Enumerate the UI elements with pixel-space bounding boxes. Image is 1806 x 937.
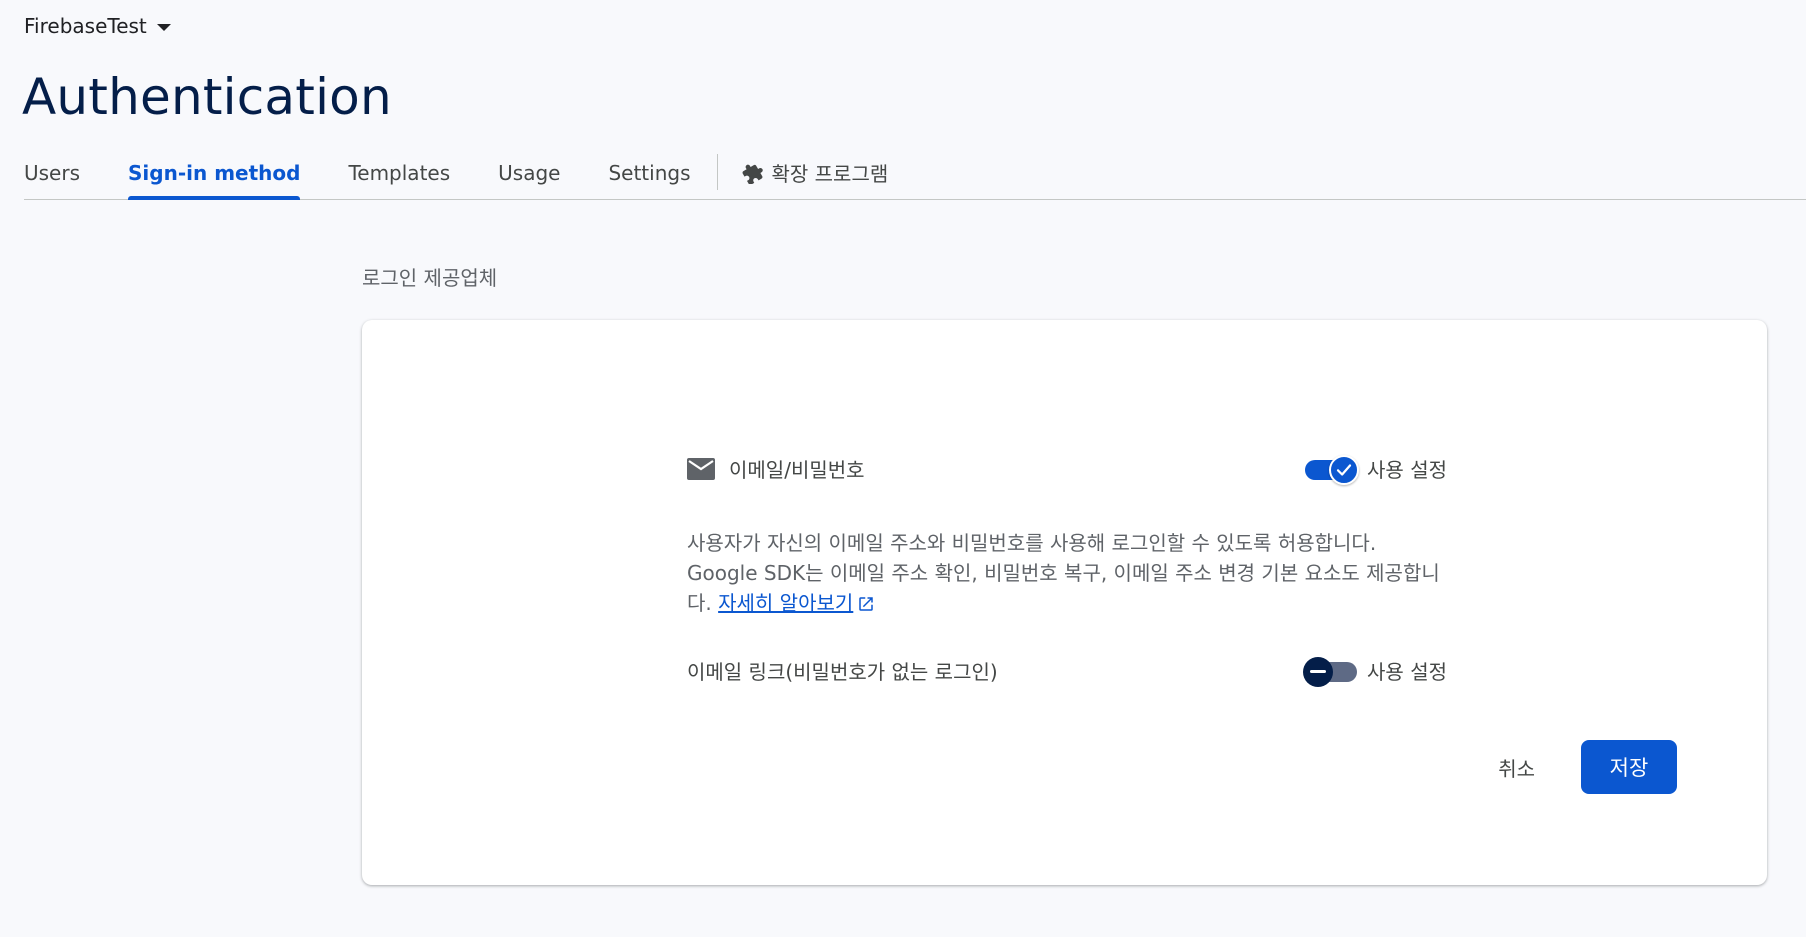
learn-more-link[interactable]: 자세히 알아보기 <box>718 591 875 615</box>
provider-description: 사용자가 자신의 이메일 주소와 비밀번호를 사용해 로그인할 수 있도록 허용… <box>687 528 1447 618</box>
tab-divider <box>716 153 718 190</box>
tab-extensions[interactable]: 확장 프로그램 <box>742 150 889 199</box>
save-button[interactable]: 저장 <box>1581 740 1677 794</box>
caret-down-icon <box>156 23 171 31</box>
tab-label: Settings <box>608 160 691 185</box>
tab-label: 확장 프로그램 <box>771 162 889 186</box>
email-link-toggle-group: 사용 설정 <box>1303 656 1447 687</box>
email-link-row: 이메일 링크(비밀번호가 없는 로그인) 사용 설정 <box>687 656 1447 687</box>
tab-label: Usage <box>498 160 561 185</box>
tab-label: Sign-in method <box>128 160 301 185</box>
section-label: 로그인 제공업체 <box>362 266 498 290</box>
link-label: 자세히 알아보기 <box>718 591 854 615</box>
card-actions: 취소 저장 <box>1488 740 1677 794</box>
page-title: Authentication <box>22 68 392 126</box>
external-link-icon <box>859 597 874 611</box>
project-name: FirebaseTest <box>24 14 147 38</box>
tab-sign-in-method[interactable]: Sign-in method <box>128 150 301 200</box>
provider-card: 이메일/비밀번호 사용 설정 사용자가 자신의 이메일 주소와 비밀번호를 사용… <box>362 320 1767 885</box>
provider-name: 이메일/비밀번호 <box>729 458 865 482</box>
puzzle-icon <box>742 162 764 184</box>
toggle-label: 사용 설정 <box>1367 660 1447 684</box>
toggle-thumb <box>1329 454 1360 485</box>
provider-title: 이메일/비밀번호 <box>687 454 865 483</box>
tab-settings[interactable]: Settings <box>608 150 690 199</box>
email-link-toggle[interactable] <box>1303 656 1359 687</box>
project-selector[interactable]: FirebaseTest <box>24 14 171 38</box>
provider-toggle-group: 사용 설정 <box>1303 454 1447 485</box>
toggle-label: 사용 설정 <box>1367 458 1447 482</box>
auth-page: FirebaseTest Authentication Users Sign-i… <box>0 0 1806 937</box>
check-icon <box>1336 463 1352 476</box>
email-link-title: 이메일 링크(비밀번호가 없는 로그인) <box>687 656 998 685</box>
tab-bar: Users Sign-in method Templates Usage Set… <box>24 150 1806 200</box>
tab-usage[interactable]: Usage <box>498 150 560 199</box>
provider-row: 이메일/비밀번호 사용 설정 <box>687 454 1447 485</box>
tab-users[interactable]: Users <box>24 150 80 199</box>
email-password-toggle[interactable] <box>1303 454 1360 485</box>
email-link-name: 이메일 링크(비밀번호가 없는 로그인) <box>687 660 998 684</box>
tab-label: Templates <box>348 160 451 185</box>
tab-templates[interactable]: Templates <box>348 150 450 199</box>
minus-icon <box>1303 656 1334 687</box>
tab-label: Users <box>24 160 81 185</box>
mail-icon <box>687 457 715 480</box>
cancel-button[interactable]: 취소 <box>1488 743 1545 792</box>
